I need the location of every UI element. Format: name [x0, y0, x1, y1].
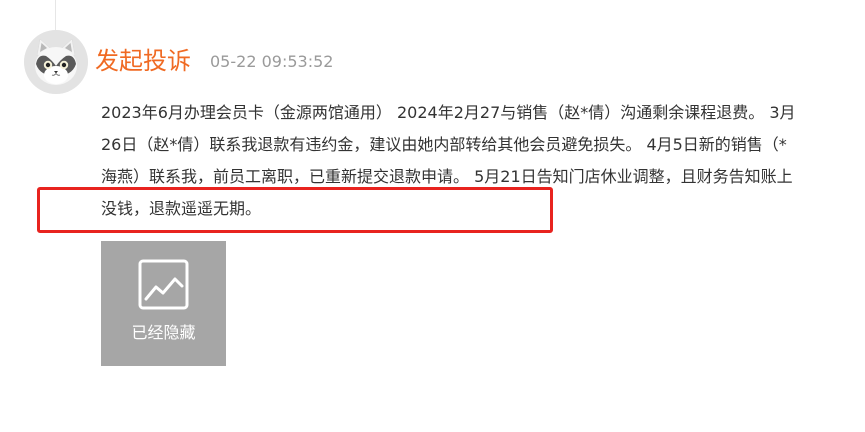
timeline-line	[55, 0, 56, 32]
cat-avatar-icon[interactable]	[24, 30, 88, 94]
hidden-attachment-label: 已经隐藏	[131, 323, 196, 342]
hidden-attachment[interactable]: 已经隐藏	[101, 241, 226, 366]
image-placeholder-icon	[138, 259, 189, 314]
post-time: 05-22 09:53:52	[210, 52, 334, 71]
highlight-annotation-box	[37, 187, 553, 233]
author-name[interactable]: 发起投诉	[95, 44, 191, 78]
complaint-post: 发起投诉 05-22 09:53:52 2023年6月办理会员卡（金源两馆通用）…	[0, 0, 865, 432]
